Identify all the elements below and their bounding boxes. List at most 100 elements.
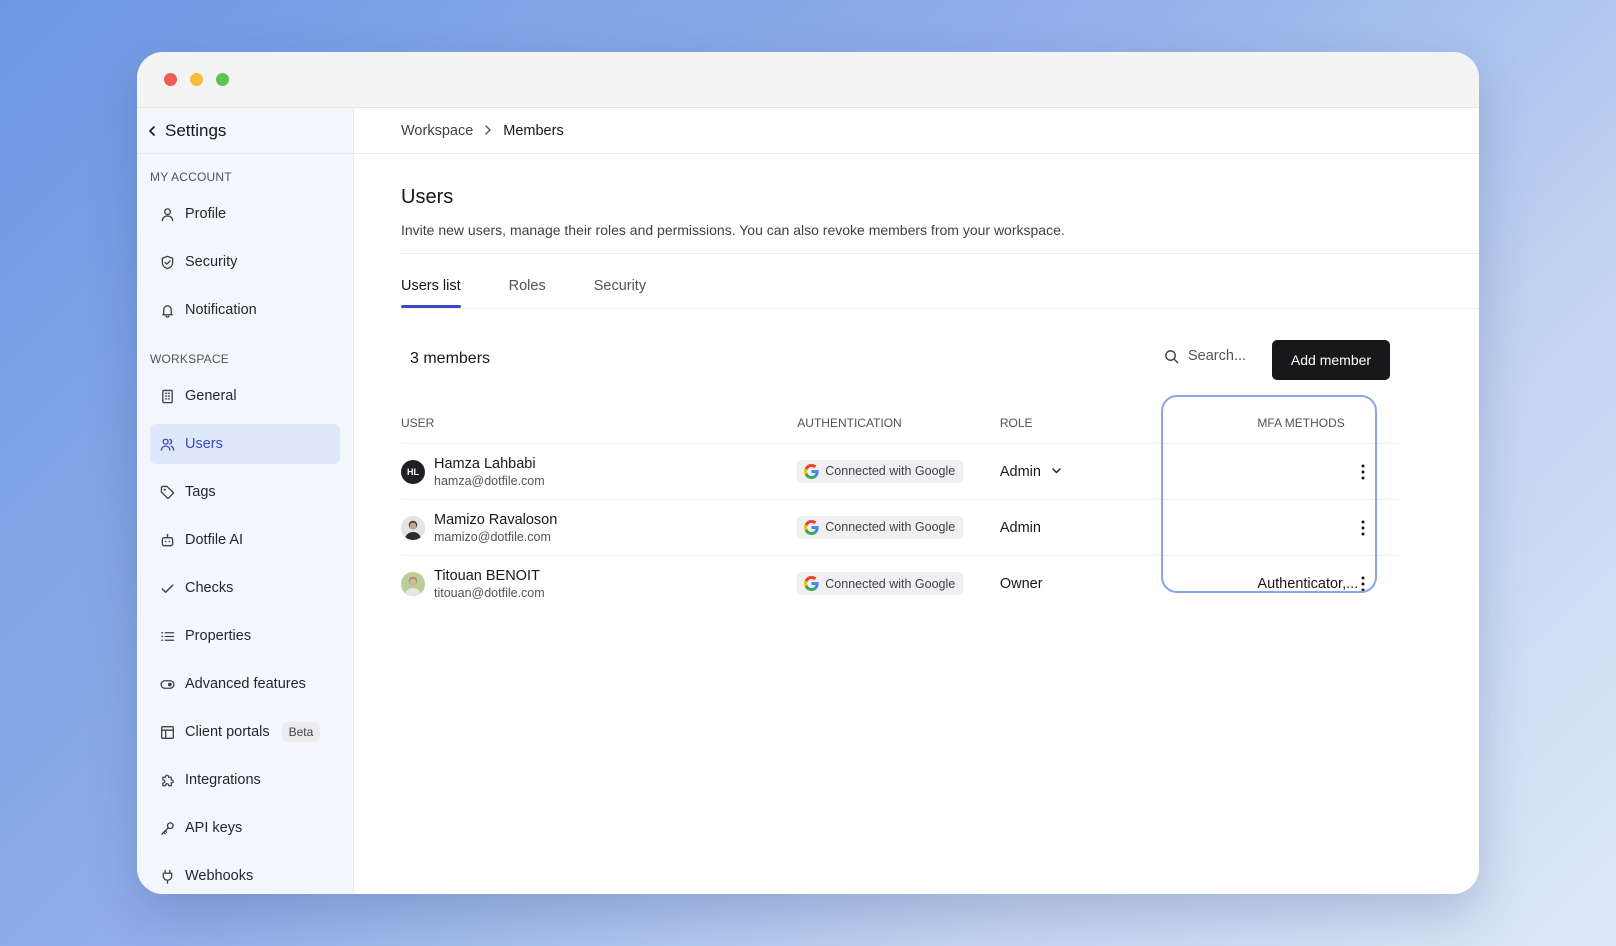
sidebar-item-advanced-features[interactable]: Advanced features xyxy=(150,664,340,704)
table-row[interactable]: HL Hamza Lahbabi hamza@dotfile.com Conne… xyxy=(401,444,1401,500)
tab-security[interactable]: Security xyxy=(594,278,646,307)
breadcrumb-workspace-link[interactable]: Workspace xyxy=(401,123,473,139)
app-window: Settings My account Profile Security Not… xyxy=(137,52,1479,894)
toggle-icon xyxy=(159,676,175,692)
sidebar-item-integrations[interactable]: Integrations xyxy=(150,760,340,800)
sidebar-item-webhooks[interactable]: Webhooks xyxy=(150,856,340,894)
sidebar-item-label: API keys xyxy=(185,820,243,836)
sidebar-item-label: Integrations xyxy=(185,772,261,788)
sidebar-item-label: Notification xyxy=(185,302,257,318)
auth-badge: Connected with Google xyxy=(797,459,964,483)
sidebar-item-label: Dotfile AI xyxy=(185,532,244,548)
column-header-user[interactable]: User xyxy=(401,416,797,430)
row-actions-button[interactable] xyxy=(1355,518,1371,538)
google-icon xyxy=(804,576,819,591)
sidebar-item-label: Advanced features xyxy=(185,676,306,692)
webhook-icon xyxy=(159,868,175,884)
sidebar-section-my-account: My account xyxy=(150,170,232,184)
sidebar-item-dotfile-ai[interactable]: Dotfile AI xyxy=(150,520,340,560)
page-description: Invite new users, manage their roles and… xyxy=(401,222,1065,238)
table-row[interactable]: Mamizo Ravaloson mamizo@dotfile.com Conn… xyxy=(401,500,1401,556)
role-label: Owner xyxy=(999,576,1043,592)
auth-label: Connected with Google xyxy=(825,576,956,591)
settings-back-link[interactable]: Settings xyxy=(137,108,353,154)
more-vertical-icon xyxy=(1361,520,1365,536)
layout-icon xyxy=(159,724,175,740)
avatar xyxy=(401,572,425,596)
sidebar-item-general[interactable]: General xyxy=(150,376,340,416)
avatar xyxy=(401,515,425,540)
tag-icon xyxy=(159,484,175,500)
list-icon xyxy=(159,628,175,644)
chevron-right-icon xyxy=(483,123,493,139)
building-icon xyxy=(159,388,175,404)
sidebar-item-label: General xyxy=(185,388,237,404)
user-name: Mamizo Ravaloson xyxy=(434,511,558,528)
sidebar-item-properties[interactable]: Properties xyxy=(150,616,340,656)
sidebar-item-checks[interactable]: Checks xyxy=(150,568,340,608)
user-email: mamizo@dotfile.com xyxy=(434,529,551,544)
search-input[interactable]: Search... xyxy=(1164,348,1246,364)
shield-icon xyxy=(159,254,175,270)
sidebar-item-tags[interactable]: Tags xyxy=(150,472,340,512)
sidebar-item-client-portals[interactable]: Client portals Beta xyxy=(150,712,340,752)
avatar: HL xyxy=(401,459,425,484)
search-placeholder: Search... xyxy=(1188,348,1247,364)
table-header: User Authentication Role MFA methods xyxy=(401,402,1401,444)
google-icon xyxy=(804,519,819,535)
sidebar-item-users[interactable]: Users xyxy=(150,424,340,464)
column-header-role[interactable]: Role xyxy=(1000,416,1202,430)
member-count: 3 members xyxy=(410,350,491,367)
minimize-window-button[interactable] xyxy=(190,73,203,86)
tab-roles[interactable]: Roles xyxy=(509,278,546,307)
users-icon xyxy=(159,436,175,452)
sidebar-item-label: Security xyxy=(185,254,238,270)
user-name: Hamza Lahbabi xyxy=(434,455,536,472)
user-email: titouan@dotfile.com xyxy=(434,586,545,600)
title-bar xyxy=(137,52,1479,108)
members-table: User Authentication Role MFA methods HL … xyxy=(401,402,1401,612)
tab-bar: Users list Roles Security xyxy=(401,278,646,308)
sidebar-item-security[interactable]: Security xyxy=(150,242,340,282)
breadcrumb-current: Members xyxy=(503,122,564,139)
sidebar: Settings My account Profile Security Not… xyxy=(137,108,354,894)
mfa-methods: Authenticator,... xyxy=(1257,576,1359,592)
more-vertical-icon xyxy=(1361,464,1365,480)
user-name: Titouan BENOIT xyxy=(434,568,540,584)
row-actions-button[interactable] xyxy=(1355,574,1371,594)
sidebar-title: Settings xyxy=(165,120,227,140)
user-icon xyxy=(159,206,175,222)
sidebar-item-label: Users xyxy=(185,436,223,452)
key-icon xyxy=(159,820,175,836)
add-member-button[interactable]: Add member xyxy=(1272,340,1390,380)
row-actions-button[interactable] xyxy=(1355,462,1371,482)
maximize-window-button[interactable] xyxy=(216,73,229,86)
chevron-left-icon xyxy=(149,125,155,136)
sidebar-item-label: Webhooks xyxy=(185,868,254,884)
sidebar-item-profile[interactable]: Profile xyxy=(150,194,340,234)
sidebar-section-workspace: Workspace xyxy=(150,352,229,366)
sidebar-item-label: Checks xyxy=(185,580,234,596)
role-value: Owner xyxy=(1000,576,1202,592)
column-header-mfa-methods[interactable]: MFA methods xyxy=(1201,416,1401,430)
role-label: Admin xyxy=(999,519,1041,536)
divider xyxy=(401,253,1479,254)
auth-badge: Connected with Google xyxy=(797,572,964,595)
role-select[interactable]: Admin xyxy=(1000,464,1202,480)
sidebar-item-label: Client portals xyxy=(185,724,270,740)
chevron-down-icon xyxy=(1051,464,1062,480)
role-value: Admin xyxy=(1000,520,1202,536)
auth-label: Connected with Google xyxy=(825,464,956,478)
sidebar-item-label: Properties xyxy=(185,628,252,644)
sidebar-item-api-keys[interactable]: API keys xyxy=(150,808,340,848)
robot-icon xyxy=(159,532,175,548)
role-value: Admin xyxy=(999,463,1041,480)
sidebar-item-notification[interactable]: Notification xyxy=(150,290,340,330)
tab-users-list[interactable]: Users list xyxy=(401,278,461,308)
page-title: Users xyxy=(401,186,454,208)
table-row[interactable]: Titouan BENOIT titouan@dotfile.com Conne… xyxy=(401,556,1401,612)
column-header-authentication[interactable]: Authentication xyxy=(797,416,1000,430)
beta-badge: Beta xyxy=(281,722,321,742)
sidebar-item-label: Tags xyxy=(185,484,216,500)
close-window-button[interactable] xyxy=(164,73,177,86)
